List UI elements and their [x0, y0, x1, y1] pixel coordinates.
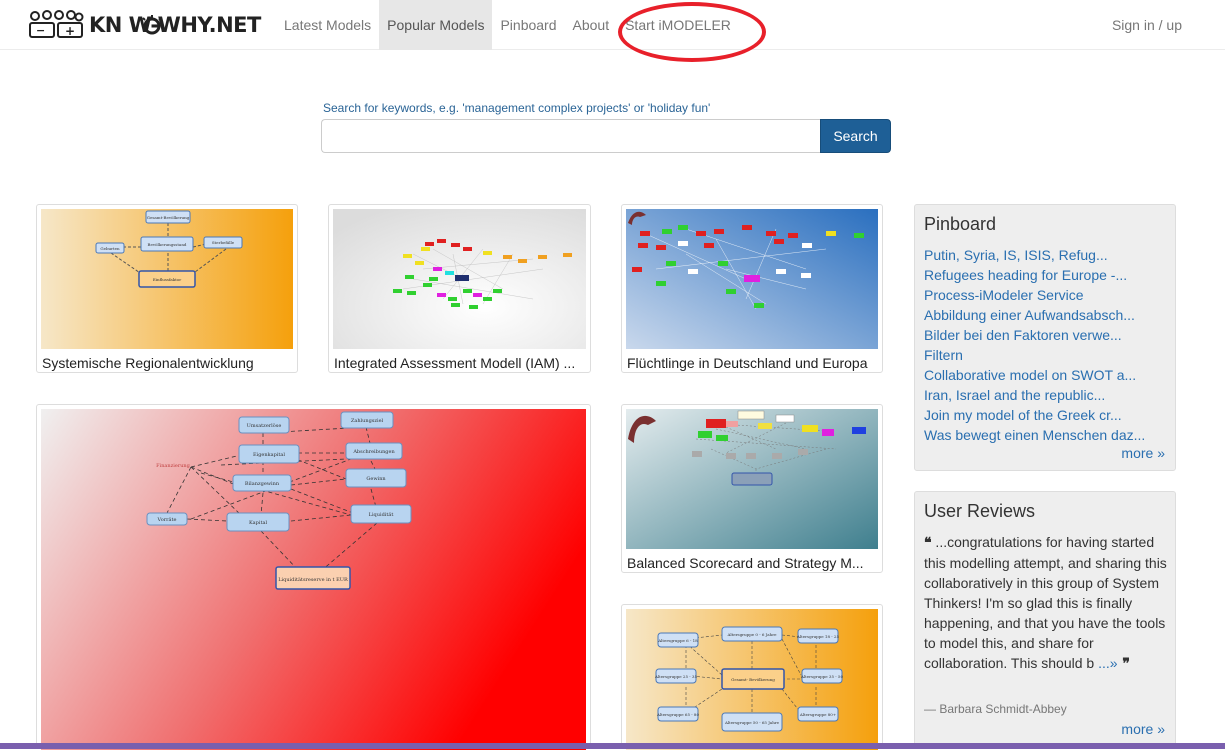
sign-in-link[interactable]: Sign in / up	[1112, 0, 1182, 50]
diagram1-node: Geburten	[100, 246, 120, 251]
diagram4-node: Finanzierung	[156, 463, 191, 469]
nav-pinboard[interactable]: Pinboard	[492, 0, 564, 50]
pinboard-panel: Pinboard Putin, Syria, IS, ISIS, Refug..…	[914, 204, 1176, 471]
brand-logo[interactable]: − + KN W-WHY.NET	[27, 8, 261, 42]
diagram1-node: Einflussfaktor	[153, 277, 181, 282]
model-thumbnail-1[interactable]: Gesamt-Bevölkerung Bevölkerungsstand Geb…	[41, 209, 293, 349]
bottom-edge-bar	[0, 743, 1225, 749]
reviews-more-link[interactable]: more »	[1121, 721, 1165, 737]
diagram4-node: Eigenkapital	[253, 452, 285, 458]
review-body: ...congratulations for having started th…	[924, 534, 1167, 671]
user-reviews-panel: User Reviews ❝ ...congratulations for ha…	[914, 491, 1176, 749]
pinboard-item[interactable]: Abbildung einer Aufwandsabsch...	[924, 305, 1145, 325]
model-thumbnail-5[interactable]	[626, 409, 878, 549]
brand-o-circle-icon	[142, 15, 162, 35]
pinboard-item[interactable]: Join my model of the Greek cr...	[924, 405, 1145, 425]
diagram6-node: Altersgruppe 50 - 65 Jahre	[724, 720, 780, 725]
model-title-5[interactable]: Balanced Scorecard and Strategy M...	[627, 555, 877, 571]
diagram1-node: Bevölkerungsstand	[148, 242, 187, 247]
pinboard-title: Pinboard	[924, 214, 997, 234]
review-author: — Barbara Schmidt-Abbey	[924, 702, 1067, 716]
close-quote-icon: ❞	[1117, 656, 1130, 672]
diagram6-node: Gesamt- Bevölkerung	[731, 677, 775, 682]
brand-name: KN W-WHY.NET	[89, 13, 261, 37]
model-thumbnail-6[interactable]: Altersgruppe 0 - 6 Jahre Gesamt- Bevölke…	[626, 609, 878, 750]
pinboard-item[interactable]: Collaborative model on SWOT a...	[924, 365, 1145, 385]
diagram6-node: Altersgruppe 0 - 6 Jahre	[726, 632, 777, 637]
diagram6-node: Altersgruppe 25 - 35	[654, 674, 697, 679]
model-card-4[interactable]: Umsatzerlöse Zahlungsziel Eigenkapital A…	[36, 404, 591, 750]
pinboard-item[interactable]: Bilder bei den Faktoren verwe...	[924, 325, 1145, 345]
svg-text:+: +	[65, 24, 75, 38]
diagram6-node: Altersgruppe 65 - 80	[656, 712, 699, 717]
reviews-title: User Reviews	[924, 501, 1036, 521]
review-read-more-link[interactable]: ...»	[1098, 655, 1117, 671]
top-navbar: − + KN W-WHY.NET Latest Models Popular M…	[0, 0, 1225, 50]
diagram4-node: Liquiditätsreserve in t EUR	[278, 577, 348, 583]
pinboard-more-link[interactable]: more »	[1121, 445, 1165, 461]
pinboard-item[interactable]: Refugees heading for Europe -...	[924, 265, 1145, 285]
model-title-2[interactable]: Integrated Assessment Modell (IAM) ...	[334, 355, 585, 371]
model-card-5[interactable]: Balanced Scorecard and Strategy M...	[621, 404, 883, 573]
model-card-3[interactable]: Flüchtlinge in Deutschland und Europa	[621, 204, 883, 373]
pinboard-item[interactable]: Iran, Israel and the republic...	[924, 385, 1145, 405]
review-quote: ❝ ...congratulations for having started …	[924, 532, 1169, 674]
diagram4-node: Vorräte	[157, 517, 177, 523]
pinboard-item[interactable]: Putin, Syria, IS, ISIS, Refug...	[924, 245, 1145, 265]
model-thumbnail-4[interactable]: Umsatzerlöse Zahlungsziel Eigenkapital A…	[41, 409, 586, 750]
main-nav: Latest Models Popular Models Pinboard Ab…	[276, 0, 739, 50]
diagram4-node: Zahlungsziel	[351, 418, 384, 424]
search-hint: Search for keywords, e.g. 'management co…	[323, 101, 711, 115]
model-title-1[interactable]: Systemische Regionalentwicklung	[42, 355, 292, 371]
nav-start-imodeler[interactable]: Start iMODELER	[617, 0, 739, 50]
diagram1-node: Sterbefälle	[212, 240, 235, 245]
pinboard-item[interactable]: Was bewegt einen Menschen daz...	[924, 425, 1145, 445]
diagram6-node: Altersgruppe 6 - 18	[657, 638, 698, 643]
pinboard-item[interactable]: Filtern	[924, 345, 1145, 365]
diagram4-node: Gewinn	[366, 476, 386, 482]
diagram6-node: Altersgruppe 80+	[799, 712, 836, 717]
diagram4-node: Bilanzgewinn	[245, 481, 280, 487]
model-title-3[interactable]: Flüchtlinge in Deutschland und Europa	[627, 355, 877, 371]
nav-latest-models[interactable]: Latest Models	[276, 0, 379, 50]
people-logo-icon: − +	[29, 10, 84, 38]
diagram4-node: Umsatzerlöse	[247, 423, 282, 429]
diagram4-node: Abschreibungen	[352, 449, 395, 455]
diagram1-node: Gesamt-Bevölkerung	[147, 215, 190, 220]
model-thumbnail-3[interactable]	[626, 209, 878, 349]
diagram4-node: Kapital	[249, 520, 268, 526]
search-input[interactable]	[321, 119, 821, 153]
pinboard-item[interactable]: Process-iModeler Service	[924, 285, 1145, 305]
model-thumbnail-2[interactable]	[333, 209, 586, 349]
model-card-2[interactable]: Integrated Assessment Modell (IAM) ...	[328, 204, 591, 373]
svg-text:−: −	[36, 24, 45, 37]
nav-about[interactable]: About	[565, 0, 618, 50]
diagram6-node: Altersgruppe 18 - 25	[796, 634, 839, 639]
pinboard-list: Putin, Syria, IS, ISIS, Refug... Refugee…	[924, 245, 1145, 445]
search-button[interactable]: Search	[820, 119, 891, 153]
open-quote-icon: ❝	[924, 535, 932, 551]
model-card-1[interactable]: Gesamt-Bevölkerung Bevölkerungsstand Geb…	[36, 204, 298, 373]
nav-popular-models[interactable]: Popular Models	[379, 0, 493, 50]
diagram4-node: Liquidität	[369, 512, 394, 518]
model-card-6[interactable]: Altersgruppe 0 - 6 Jahre Gesamt- Bevölke…	[621, 604, 883, 750]
diagram6-node: Altersgruppe 35 - 50	[800, 674, 843, 679]
